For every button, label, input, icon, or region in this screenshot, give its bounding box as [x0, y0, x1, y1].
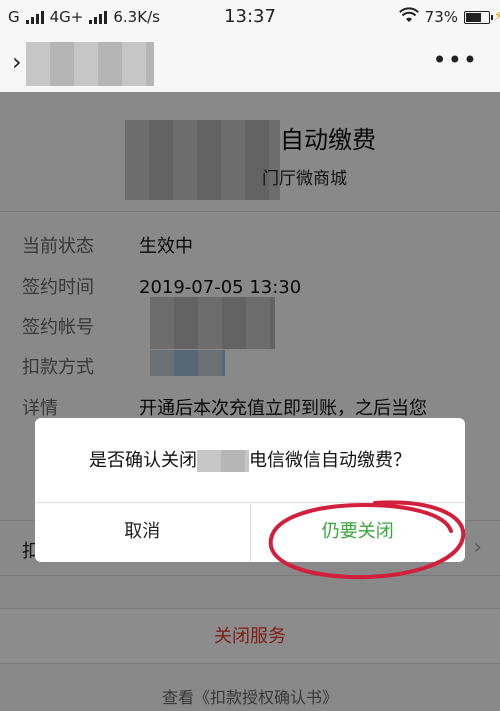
- confirm-dialog: 是否确认关闭 电信微信自动缴费？ 取消 仍要关闭: [35, 418, 465, 562]
- modal-backdrop[interactable]: [0, 92, 500, 711]
- battery-icon: ⚡: [464, 9, 500, 24]
- charging-icon: ⚡: [493, 8, 500, 24]
- redacted-name-mosaic: [197, 450, 249, 472]
- redacted-title-mosaic: [26, 42, 154, 86]
- dialog-message-prefix: 是否确认关闭: [89, 450, 197, 471]
- battery-percent: 73%: [424, 8, 458, 26]
- dialog-message-suffix: 电信微信自动缴费？: [249, 450, 411, 471]
- back-chevron-icon[interactable]: ›: [12, 48, 22, 76]
- nav-bar: › •••: [0, 34, 500, 92]
- wifi-icon: [398, 7, 419, 27]
- more-dots-icon[interactable]: •••: [433, 46, 478, 74]
- confirm-close-button[interactable]: 仍要关闭: [251, 503, 466, 562]
- status-bar: G 4G+ 6.3K/s 13:37 73% ⚡: [0, 0, 500, 34]
- status-right: 73% ⚡: [398, 7, 500, 27]
- dialog-actions: 取消 仍要关闭: [35, 502, 465, 562]
- cancel-button[interactable]: 取消: [35, 503, 251, 562]
- dialog-message: 是否确认关闭 电信微信自动缴费？: [35, 446, 465, 472]
